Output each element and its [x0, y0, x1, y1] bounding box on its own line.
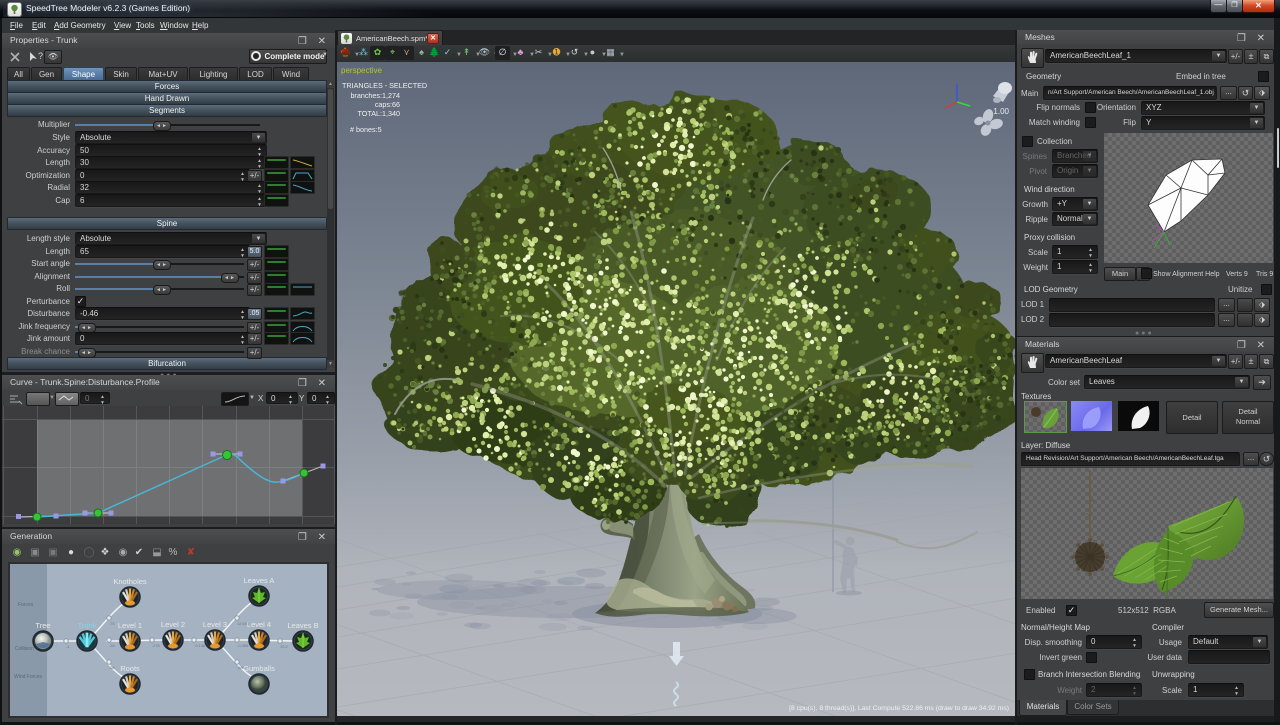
svg-text:[8 cpu(s), 8 thread(s)], Last: [8 cpu(s), 8 thread(s)], Last Compute 52…: [789, 705, 1009, 712]
svg-text:Level 4: Level 4: [247, 620, 271, 629]
svg-text:caps:66: caps:66: [375, 100, 400, 109]
svg-text:-0.366: -0.366: [237, 643, 249, 648]
svg-text:perspective: perspective: [341, 66, 382, 75]
svg-text:10.2: 10.2: [280, 644, 289, 649]
svg-text:Gumballs: Gumballs: [243, 664, 275, 673]
svg-text:Forces: Forces: [18, 602, 34, 608]
svg-text:.275: .275: [152, 643, 161, 648]
svg-text:.28: .28: [109, 643, 115, 648]
svg-text:Leaves A: Leaves A: [244, 576, 275, 585]
svg-text:Leaves B: Leaves B: [287, 621, 318, 630]
svg-text:Level 1: Level 1: [118, 621, 142, 630]
svg-text:Wind Forces: Wind Forces: [14, 674, 43, 680]
svg-text:Trunk: Trunk: [78, 621, 97, 630]
svg-text:?: ?: [38, 51, 43, 61]
svg-text:branches:1,274: branches:1,274: [350, 91, 400, 100]
svg-text:-0.146: -0.146: [194, 643, 206, 648]
svg-text:Level 3: Level 3: [203, 620, 227, 629]
svg-text:# bones:5: # bones:5: [350, 125, 382, 134]
svg-text:Roots: Roots: [120, 664, 140, 673]
svg-text:Collision: Collision: [15, 646, 34, 652]
svg-text:Knotholes: Knotholes: [113, 577, 147, 586]
svg-text:TOTAL:1,340: TOTAL:1,340: [358, 109, 400, 118]
svg-text:Level 2: Level 2: [161, 620, 185, 629]
svg-text:.75: .75: [109, 621, 115, 626]
svg-text:TRIANGLES - SELECTED: TRIANGLES - SELECTED: [342, 81, 427, 90]
svg-text:.08: .08: [109, 665, 115, 670]
svg-text:Tree: Tree: [35, 621, 50, 630]
